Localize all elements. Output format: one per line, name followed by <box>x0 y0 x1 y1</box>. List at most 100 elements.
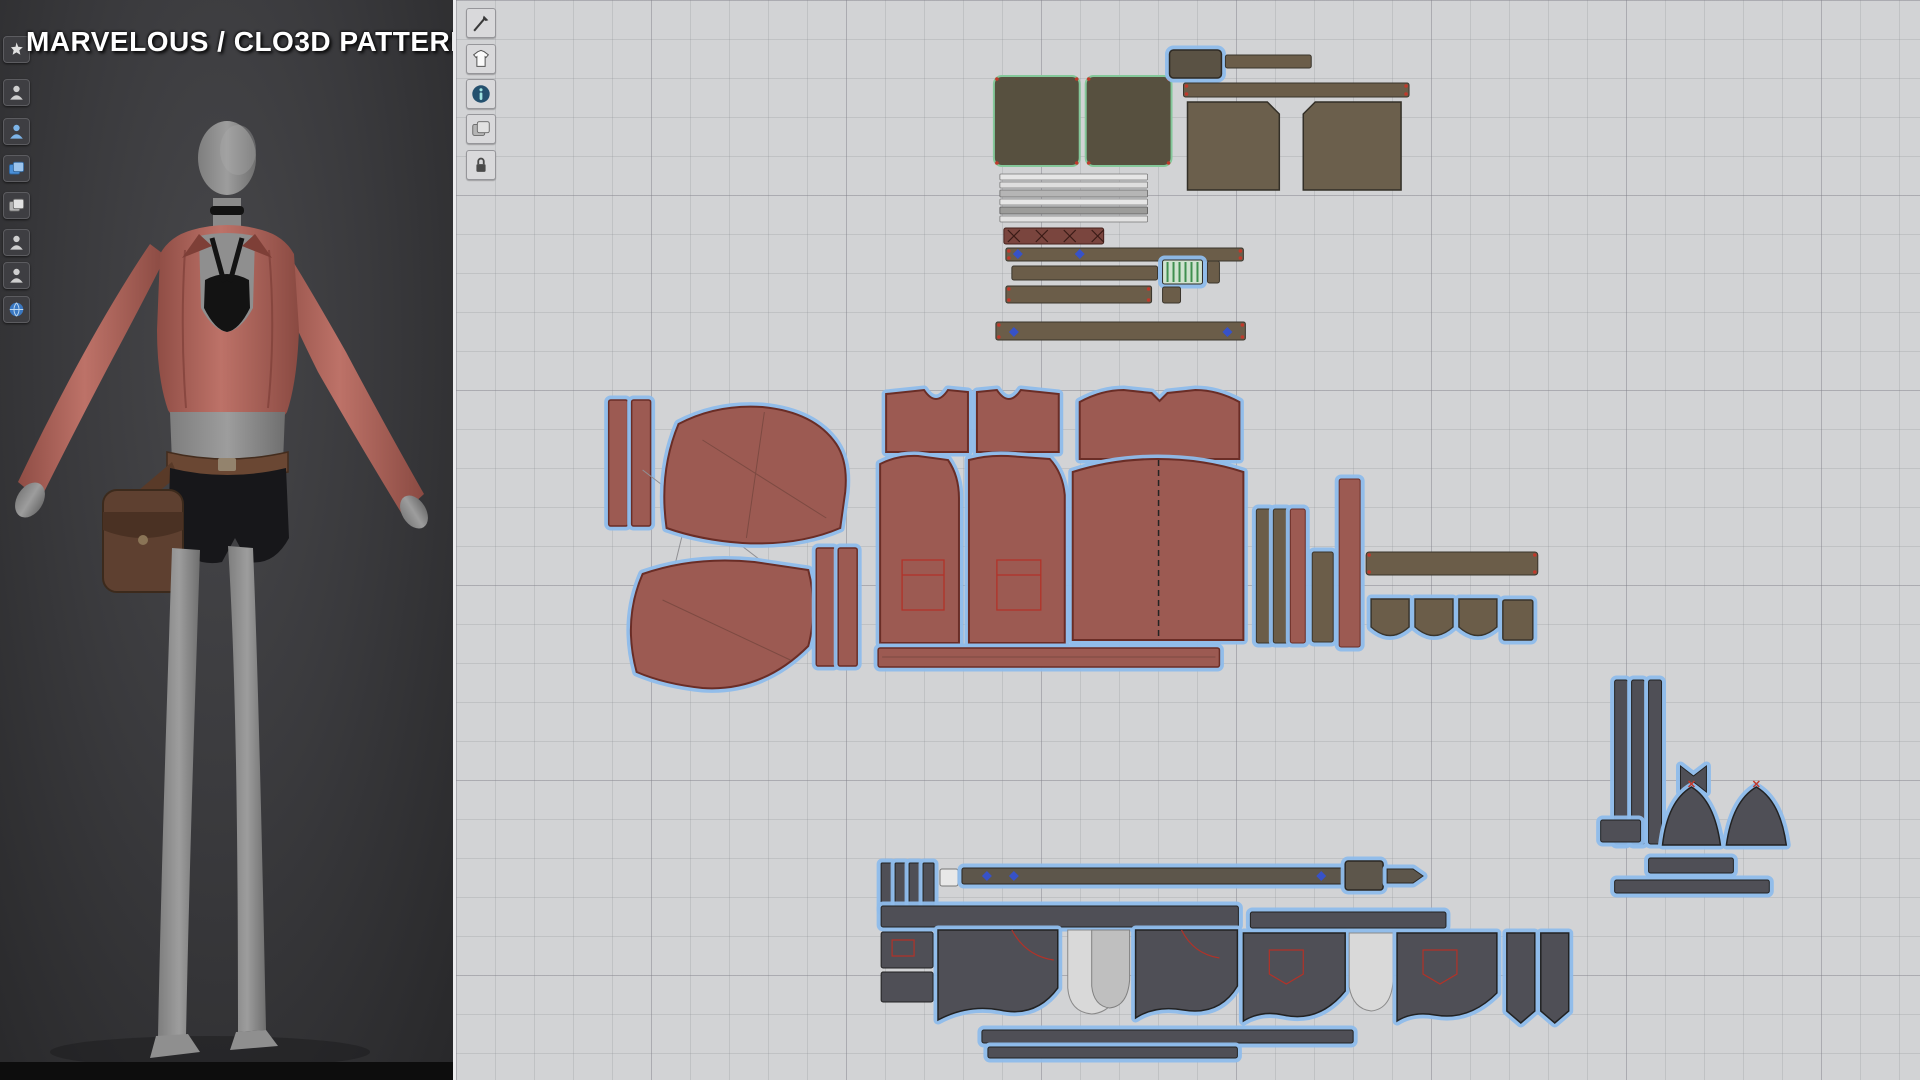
measure-avatar-icon[interactable] <box>3 262 30 289</box>
corner-mark <box>1404 84 1408 88</box>
elastic-strip-2[interactable] <box>999 181 1148 189</box>
pocket-flap-4[interactable] <box>1502 599 1534 641</box>
corner-mark <box>997 323 1001 327</box>
avatar-head-highlight <box>220 125 256 175</box>
3d-toolbar <box>0 0 36 1080</box>
corner-mark <box>1146 298 1151 302</box>
corner-mark <box>1184 84 1189 88</box>
pocket-band[interactable] <box>1365 551 1539 576</box>
belt-buckle[interactable] <box>1344 860 1384 891</box>
bodice-front-left[interactable] <box>879 454 960 644</box>
small-tab-1[interactable] <box>1206 260 1220 284</box>
waist-strap-long[interactable] <box>1005 247 1244 262</box>
corner-mark <box>1007 249 1011 253</box>
elastic-strip-1[interactable] <box>999 173 1148 181</box>
pouch-gusset-2[interactable] <box>1725 786 1788 846</box>
elastic-strip-3[interactable] <box>999 189 1148 198</box>
pocket-piece-2[interactable] <box>1540 932 1570 1024</box>
pose-tool-icon[interactable] <box>3 229 30 256</box>
pattern-info-toggle-icon[interactable] <box>466 79 496 109</box>
corner-mark <box>1086 77 1091 81</box>
avatar-edit-icon[interactable] <box>3 118 30 145</box>
shorts-hem-strip-2[interactable] <box>987 1046 1238 1059</box>
corner-mark <box>1240 335 1245 339</box>
elastic-strip-5[interactable] <box>999 206 1148 215</box>
jacket-back-panel-right[interactable] <box>1084 75 1173 167</box>
corner-mark <box>1238 256 1243 260</box>
waist-strap-3[interactable] <box>1005 285 1153 304</box>
avatar-right-leg <box>228 546 266 1032</box>
corner-mark <box>1404 92 1408 96</box>
corner-mark <box>995 77 999 81</box>
front-panel-b[interactable] <box>1302 101 1402 191</box>
small-panel-1[interactable] <box>880 931 934 969</box>
avatar-left-leg <box>158 548 200 1036</box>
waist-strap-2[interactable] <box>1011 265 1159 281</box>
corner-mark <box>1532 570 1537 574</box>
corner-mark <box>1086 161 1091 165</box>
corner-mark <box>997 335 1001 339</box>
sleeve-placket-2[interactable] <box>630 399 652 527</box>
pouch-strap-1[interactable] <box>1648 857 1734 874</box>
side-strip-4[interactable] <box>1311 551 1334 643</box>
shorts-waistband[interactable] <box>880 905 1239 928</box>
sleeve-placket-1[interactable] <box>607 399 629 527</box>
pattern-canvas[interactable] <box>456 0 1920 1080</box>
corner-mark <box>1238 249 1243 253</box>
cuff-strip-1[interactable] <box>815 547 836 667</box>
yoke-back[interactable] <box>1078 388 1241 460</box>
pouch-small-tab[interactable] <box>1600 819 1642 843</box>
shorts-band-right[interactable] <box>1249 911 1447 929</box>
edit-pattern-tool-icon[interactable] <box>466 8 496 38</box>
tall-strip[interactable] <box>1338 478 1361 648</box>
corner-mark <box>1007 256 1011 260</box>
corner-mark <box>1007 298 1011 302</box>
pocket-flap-3[interactable] <box>1458 598 1498 637</box>
corner-mark <box>1184 92 1189 96</box>
avatar-choker <box>210 206 244 215</box>
corner-mark <box>1532 553 1537 557</box>
corner-mark <box>1146 287 1151 291</box>
front-panel-a[interactable] <box>1186 101 1281 191</box>
small-panel-2[interactable] <box>880 971 934 1003</box>
small-tab-2[interactable] <box>1162 286 1182 304</box>
elastic-strip-4[interactable] <box>999 198 1148 206</box>
show-garment-toggle-icon[interactable] <box>466 44 496 74</box>
app-window: MARVELOUS / CLO3D PATTERNS <box>0 0 1920 1080</box>
2d-pattern-viewport[interactable] <box>453 0 1920 1080</box>
yoke-front-right[interactable] <box>975 388 1060 453</box>
elastic-strip-6[interactable] <box>999 215 1148 223</box>
avatar-show-icon[interactable] <box>3 79 30 106</box>
belt-strap-long[interactable] <box>995 321 1246 341</box>
pocket-bag-3[interactable] <box>1348 932 1394 1012</box>
page-title: MARVELOUS / CLO3D PATTERNS <box>26 26 453 57</box>
fabric-view-toggle-icon[interactable] <box>466 114 496 144</box>
main-belt[interactable] <box>961 867 1344 885</box>
white-tab[interactable] <box>939 868 959 887</box>
corner-mark <box>1240 323 1245 327</box>
world-view-icon[interactable] <box>3 296 30 323</box>
pouch-strip-3[interactable] <box>1648 679 1663 845</box>
collar-strap[interactable] <box>1224 54 1312 69</box>
pocket-flap-1[interactable] <box>1370 598 1410 637</box>
pocket-flap-2[interactable] <box>1414 598 1454 637</box>
bodice-front-right[interactable] <box>967 454 1066 644</box>
pouch-gusset-1[interactable] <box>1661 786 1722 846</box>
side-strip-3[interactable] <box>1289 508 1306 644</box>
jacket-back-panel-left[interactable] <box>992 75 1081 167</box>
pocket-bag-2[interactable] <box>1091 929 1131 1009</box>
garment-show-icon[interactable] <box>3 155 30 182</box>
front-waistband[interactable] <box>1183 82 1410 98</box>
corner-mark <box>995 161 999 165</box>
3d-viewport[interactable]: MARVELOUS / CLO3D PATTERNS <box>0 0 453 1080</box>
lock-pattern-toggle-icon[interactable] <box>466 150 496 180</box>
cuff-strip-2[interactable] <box>837 547 858 667</box>
avatar-midriff <box>170 412 285 462</box>
bottom-bar <box>0 1062 453 1080</box>
yoke-front-left[interactable] <box>885 388 969 453</box>
pouch-strap-2[interactable] <box>1614 879 1770 894</box>
collar-buckle-piece[interactable] <box>1168 49 1223 79</box>
pocket-piece-1[interactable] <box>1506 932 1536 1024</box>
shorts-hem-strip-1[interactable] <box>981 1029 1354 1044</box>
fabric-layer-icon[interactable] <box>3 192 30 219</box>
